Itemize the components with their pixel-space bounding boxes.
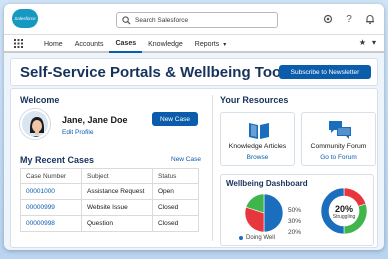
app-window: Salesforce Search Salesforce ? Home Acco… — [4, 4, 384, 250]
search-placeholder: Search Salesforce — [135, 16, 189, 24]
table-header-row: Case Number Subject Status — [20, 168, 199, 184]
nav-tab-label: Accounts — [74, 40, 104, 48]
chevron-down-icon: ▾ — [223, 41, 227, 48]
pie-slice-0 — [263, 193, 284, 233]
global-header: Salesforce Search Salesforce ? — [4, 4, 384, 35]
legend-dot-icon — [239, 236, 243, 240]
help-icon[interactable]: ? — [343, 13, 355, 25]
page-header: Self-Service Portals & Wellbeing Tools S… — [10, 58, 378, 86]
case-status: Closed — [152, 199, 199, 216]
column-divider — [212, 95, 213, 241]
user-name: Jane, Jane Doe — [62, 115, 128, 125]
nav-tab-label: Reports — [194, 40, 220, 48]
wellbeing-dashboard-card: Wellbeing Dashboard 50% 30% 20% Doing We… — [220, 174, 374, 246]
case-subject: Question — [81, 215, 153, 232]
community-forum-card[interactable]: Community Forum Go to Forum — [301, 112, 376, 166]
salesforce-logo[interactable]: Salesforce — [12, 9, 38, 28]
new-case-button[interactable]: New Case — [152, 112, 198, 126]
edit-profile-link[interactable]: Edit Profile — [62, 129, 93, 136]
logo-text: Salesforce — [14, 16, 36, 21]
subscribe-newsletter-button[interactable]: Subscribe to Newsletter — [279, 65, 371, 79]
nav-utilities: ★ ▾ — [359, 38, 376, 47]
community-forum-title: Community Forum — [310, 143, 367, 150]
browse-link[interactable]: Browse — [221, 154, 294, 161]
nav-tab-accounts[interactable]: Accounts — [69, 35, 110, 53]
column-header-subject[interactable]: Subject — [81, 168, 153, 184]
knowledge-articles-card[interactable]: Knowledge Articles Browse — [220, 112, 295, 166]
table-row: 00001000 Assistance Request Open — [20, 183, 199, 200]
recent-cases-table: Case Number Subject Status 00001000 Assi… — [20, 168, 199, 232]
knowledge-articles-title: Knowledge Articles — [228, 143, 287, 150]
notifications-bell-icon[interactable] — [364, 13, 376, 25]
dashboard-title: Wellbeing Dashboard — [226, 179, 308, 188]
nav-tab-home[interactable]: Home — [38, 35, 69, 53]
search-icon — [122, 15, 131, 25]
case-number-link[interactable]: 00000999 — [20, 199, 82, 216]
donut-center-label: Struggling — [332, 214, 356, 220]
pie-percent-label: 20% — [288, 229, 302, 236]
favorites-star-icon[interactable]: ★ — [359, 38, 366, 47]
nav-tab-label: Home — [44, 40, 63, 48]
setup-gear-icon[interactable] — [322, 13, 334, 25]
pie-chart — [244, 193, 284, 233]
case-subject: Assistance Request — [81, 183, 153, 200]
pie-percent-label: 50% — [288, 207, 302, 214]
new-case-link[interactable]: New Case — [171, 156, 201, 163]
pie-legend: Doing Well — [239, 235, 275, 241]
pie-percent-label: 30% — [288, 218, 302, 225]
page-title: Self-Service Portals & Wellbeing Tools — [20, 64, 294, 81]
legend-label: Doing Well — [246, 235, 275, 241]
nav-tab-knowledge[interactable]: Knowledge — [142, 35, 189, 53]
search-input[interactable]: Search Salesforce — [116, 12, 278, 28]
nav-tab-label: Cases — [115, 39, 137, 47]
user-avatar-image — [22, 111, 48, 137]
avatar[interactable] — [20, 109, 50, 139]
go-to-forum-link[interactable]: Go to Forum — [302, 154, 375, 161]
case-status: Open — [152, 183, 199, 200]
table-row: 00000998 Question Closed — [20, 215, 199, 232]
navigation-bar: Home Accounts Cases Knowledge Reports ▾ … — [4, 35, 384, 53]
case-status: Closed — [152, 215, 199, 232]
app-launcher-icon[interactable] — [14, 39, 23, 48]
case-number-link[interactable]: 00000998 — [20, 215, 82, 232]
column-header-status[interactable]: Status — [152, 168, 199, 184]
welcome-heading: Welcome — [20, 95, 60, 105]
donut-center-percent: 20% — [334, 204, 353, 214]
case-number-link[interactable]: 00001000 — [20, 183, 82, 200]
book-icon — [249, 123, 269, 139]
column-header-case-number[interactable]: Case Number — [20, 168, 82, 184]
nav-tab-label: Knowledge — [148, 40, 183, 48]
nav-tab-cases[interactable]: Cases — [109, 35, 143, 53]
nav-tabs: Home Accounts Cases Knowledge Reports ▾ — [38, 35, 232, 53]
case-subject: Website Issue — [81, 199, 153, 216]
main-content: Welcome Jane, Jane Doe Edit Profile New … — [10, 88, 378, 248]
nav-tab-reports[interactable]: Reports ▾ — [189, 35, 233, 53]
resources-heading: Your Resources — [220, 95, 289, 105]
chat-bubbles-icon — [329, 121, 351, 139]
table-row: 00000999 Website Issue Closed — [20, 199, 199, 216]
favorites-chevron-down-icon[interactable]: ▾ — [372, 38, 376, 47]
recent-cases-heading: My Recent Cases — [20, 155, 95, 165]
header-utility-icons: ? — [322, 13, 376, 25]
